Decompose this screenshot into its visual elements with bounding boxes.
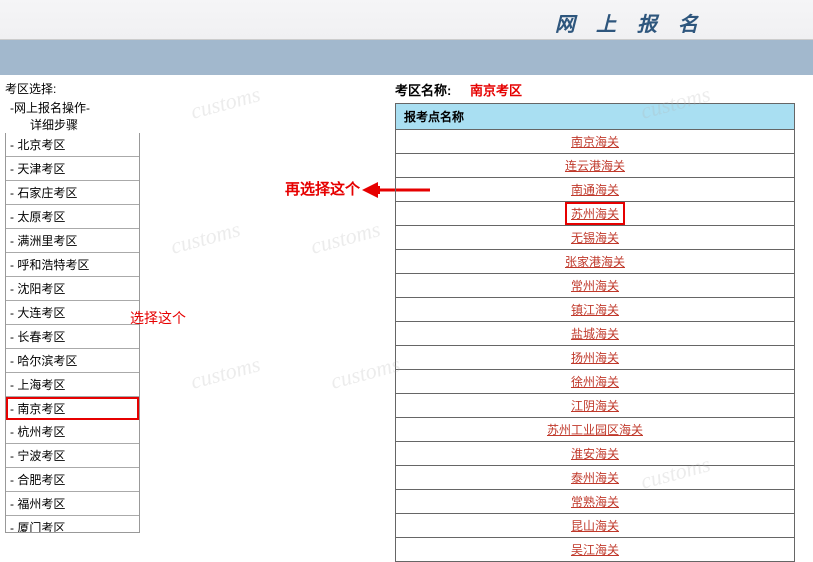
- point-link[interactable]: 徐州海关: [571, 375, 619, 389]
- table-row: 淮安海关: [396, 442, 795, 466]
- table-row: 徐州海关: [396, 370, 795, 394]
- table-row: 扬州海关: [396, 346, 795, 370]
- zone-list[interactable]: - 北京考区- 天津考区- 石家庄考区- 太原考区- 满洲里考区- 呼和浩特考区…: [5, 133, 140, 533]
- zone-item[interactable]: - 杭州考区: [6, 420, 139, 444]
- point-link[interactable]: 南通海关: [571, 183, 619, 197]
- watermark: customs: [188, 351, 263, 394]
- top-banner: 网 上 报 名: [0, 0, 813, 40]
- annotation-select-this: 选择这个: [130, 308, 186, 328]
- point-link[interactable]: 淮安海关: [571, 447, 619, 461]
- banner-stripe: [0, 40, 813, 75]
- table-row: 常州海关: [396, 274, 795, 298]
- watermark: customs: [308, 216, 383, 259]
- zone-item[interactable]: - 宁波考区: [6, 444, 139, 468]
- zone-item[interactable]: - 合肥考区: [6, 468, 139, 492]
- point-link[interactable]: 泰州海关: [571, 471, 619, 485]
- zone-item[interactable]: - 石家庄考区: [6, 181, 139, 205]
- zone-item[interactable]: - 沈阳考区: [6, 277, 139, 301]
- point-link[interactable]: 南京海关: [571, 135, 619, 149]
- page-title: 网 上 报 名: [555, 8, 706, 37]
- point-link[interactable]: 常熟海关: [571, 495, 619, 509]
- zone-item[interactable]: - 大连考区: [6, 301, 139, 325]
- table-row: 镇江海关: [396, 298, 795, 322]
- zone-item[interactable]: - 南京考区: [6, 397, 139, 420]
- point-link[interactable]: 苏州海关: [571, 207, 619, 221]
- table-row: 苏州工业园区海关: [396, 418, 795, 442]
- table-row: 张家港海关: [396, 250, 795, 274]
- table-row: 吴江海关: [396, 538, 795, 562]
- point-link[interactable]: 扬州海关: [571, 351, 619, 365]
- zone-item[interactable]: - 天津考区: [6, 157, 139, 181]
- table-row: 盐城海关: [396, 322, 795, 346]
- zone-item[interactable]: - 长春考区: [6, 325, 139, 349]
- watermark: customs: [168, 216, 243, 259]
- table-row: 南京海关: [396, 130, 795, 154]
- sidebar-header: 考区选择:: [5, 80, 140, 97]
- table-row: 连云港海关: [396, 154, 795, 178]
- points-column-header: 报考点名称: [396, 104, 795, 130]
- zone-label: 考区名称:: [395, 83, 451, 98]
- zone-item[interactable]: - 呼和浩特考区: [6, 253, 139, 277]
- table-row: 常熟海关: [396, 490, 795, 514]
- table-row: 江阴海关: [396, 394, 795, 418]
- sidebar: 考区选择: -网上报名操作- 详细步骤 - 北京考区- 天津考区- 石家庄考区-…: [5, 80, 140, 498]
- points-table: 报考点名称 南京海关连云港海关南通海关苏州海关无锡海关张家港海关常州海关镇江海关…: [395, 103, 795, 562]
- zone-item[interactable]: - 福州考区: [6, 492, 139, 516]
- point-link[interactable]: 昆山海关: [571, 519, 619, 533]
- point-link[interactable]: 盐城海关: [571, 327, 619, 341]
- zone-item[interactable]: - 厦门考区: [6, 516, 139, 533]
- zone-item[interactable]: - 满洲里考区: [6, 229, 139, 253]
- table-row: 苏州海关: [396, 202, 795, 226]
- sidebar-sub2: 详细步骤: [5, 116, 140, 133]
- zone-item[interactable]: - 哈尔滨考区: [6, 349, 139, 373]
- point-link[interactable]: 常州海关: [571, 279, 619, 293]
- point-link[interactable]: 苏州工业园区海关: [547, 423, 643, 437]
- zone-item[interactable]: - 北京考区: [6, 133, 139, 157]
- zone-value: 南京考区: [470, 83, 522, 98]
- table-row: 无锡海关: [396, 226, 795, 250]
- table-row: 泰州海关: [396, 466, 795, 490]
- table-row: 昆山海关: [396, 514, 795, 538]
- table-row: 南通海关: [396, 178, 795, 202]
- zone-heading: 考区名称: 南京考区: [395, 80, 808, 99]
- zone-item[interactable]: - 太原考区: [6, 205, 139, 229]
- point-link[interactable]: 无锡海关: [571, 231, 619, 245]
- point-link[interactable]: 江阴海关: [571, 399, 619, 413]
- point-link[interactable]: 吴江海关: [571, 543, 619, 557]
- watermark: customs: [188, 81, 263, 124]
- watermark: customs: [328, 351, 403, 394]
- main-panel: 考区名称: 南京考区 报考点名称 南京海关连云港海关南通海关苏州海关无锡海关张家…: [395, 80, 808, 562]
- point-link[interactable]: 连云港海关: [565, 159, 625, 173]
- zone-item[interactable]: - 上海考区: [6, 373, 139, 397]
- annotation-then-select: 再选择这个: [285, 178, 360, 199]
- point-link[interactable]: 张家港海关: [565, 255, 625, 269]
- point-link[interactable]: 镇江海关: [571, 303, 619, 317]
- sidebar-sub1: -网上报名操作-: [5, 99, 140, 116]
